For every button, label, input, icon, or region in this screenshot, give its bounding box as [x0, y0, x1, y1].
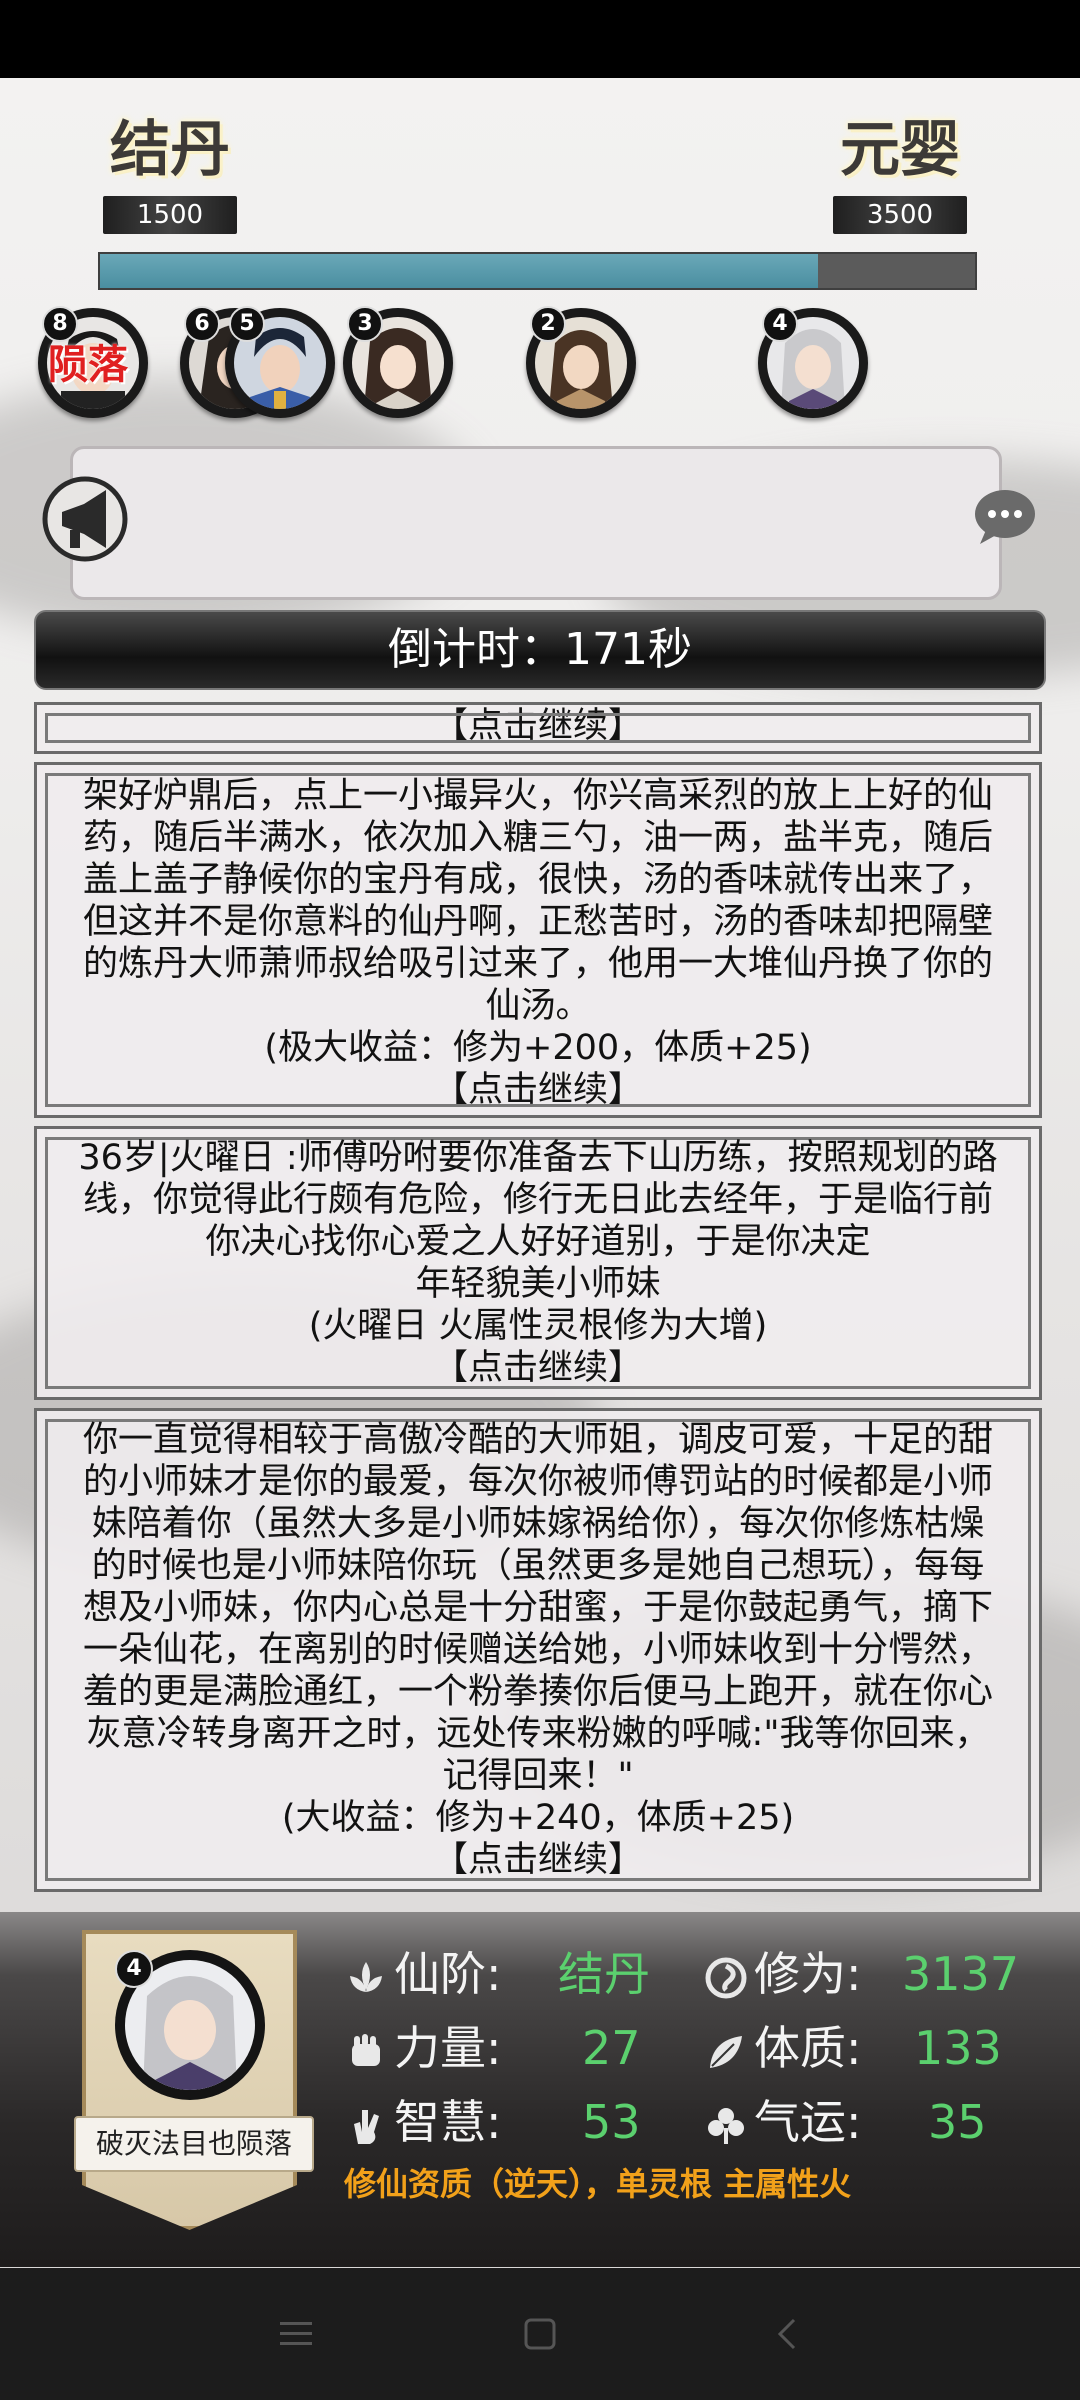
horn-icon[interactable] — [40, 474, 130, 564]
event-card[interactable]: 【点击继续】 — [34, 702, 1042, 754]
event-text: 36岁|火曜日 :师傅吩咐要你准备去下山历练，按照规划的路线，你觉得此行颇有危险… — [78, 1138, 998, 1262]
character-portrait[interactable]: 4 — [115, 1950, 265, 2100]
character-title: 破灭法目也陨落 — [74, 2116, 314, 2172]
stat-constitution-value: 133 — [914, 2021, 1002, 2075]
stat-luck-value: 35 — [928, 2095, 987, 2149]
stat-strength-value: 27 — [582, 2021, 641, 2075]
home-icon[interactable] — [514, 2308, 566, 2360]
hand-icon — [354, 2109, 379, 2144]
continue-link[interactable]: 【点击继续】 — [37, 1069, 1039, 1111]
current-realm-value: 1500 — [103, 196, 237, 234]
avatar-player-3[interactable]: 3 — [343, 306, 453, 418]
event-text: 架好炉鼎后，点上一小撮异火，你兴高采烈的放上上好的仙药，随后半满水，依次加入糖三… — [82, 776, 993, 1026]
continue-link[interactable]: 【点击继续】 — [37, 1839, 1039, 1881]
system-navigation-bar — [0, 2268, 1080, 2400]
aptitude-text: 修仙资质（逆天），单灵根 主属性火 — [344, 2165, 852, 2203]
leaf-icon — [710, 2035, 742, 2068]
event-card[interactable]: 你一直觉得相较于高傲冷酷的大师姐，调皮可爱，十足的甜的小师妹才是你的最爱，每次你… — [34, 1408, 1042, 1892]
stat-realm: 仙阶: — [344, 1944, 502, 2004]
avatar-rank-badge: 5 — [229, 306, 265, 342]
status-bar — [0, 0, 1080, 78]
cultivation-progress-fill — [100, 254, 818, 288]
avatar-player-4[interactable]: 4 — [758, 306, 868, 418]
event-card[interactable]: 架好炉鼎后，点上一小撮异火，你兴高采烈的放上上好的仙药，随后半满水，依次加入糖三… — [34, 762, 1042, 1118]
fallen-label: 陨落 — [48, 342, 128, 388]
swirl-icon — [705, 1957, 747, 1998]
avatar-player-2[interactable]: 2 — [526, 306, 636, 418]
event-reward: (大收益：修为+240，体质+25) — [281, 1798, 795, 1838]
avatar-rank-badge: 3 — [347, 306, 383, 342]
stat-wisdom-value: 53 — [582, 2095, 641, 2149]
avatar-player-8[interactable]: 8 陨落 — [38, 306, 148, 418]
chat-message-box[interactable] — [70, 446, 1002, 600]
avatar-player-5[interactable]: 5 — [225, 306, 335, 418]
fist-icon — [352, 2033, 380, 2066]
avatar-rank-badge: 6 — [184, 306, 220, 342]
stat-wisdom: 智慧: — [344, 2092, 502, 2152]
stat-constitution: 体质: — [704, 2018, 862, 2078]
chat-bubble-icon[interactable] — [972, 486, 1038, 546]
countdown-timer: 倒计时：171秒 — [34, 610, 1046, 690]
next-realm-name: 元婴 — [840, 115, 960, 185]
continue-link[interactable]: 【点击继续】 — [37, 1347, 1039, 1389]
continue-link[interactable]: 【点击继续】 — [37, 705, 1039, 747]
stat-strength: 力量: — [344, 2018, 502, 2078]
cultivation-progress-bar — [98, 252, 977, 290]
back-icon[interactable] — [762, 2308, 814, 2360]
avatar-rank-badge: 2 — [530, 306, 566, 342]
current-realm-name: 结丹 — [110, 115, 230, 185]
clover-icon — [708, 2107, 744, 2144]
event-choice: 年轻貌美小师妹 — [415, 1264, 661, 1304]
event-reward: (极大收益：修为+200，体质+25) — [264, 1028, 812, 1068]
event-card[interactable]: 36岁|火曜日 :师傅吩咐要你准备去下山历练，按照规划的路线，你觉得此行颇有危险… — [34, 1126, 1042, 1400]
stat-cultivation: 修为: — [704, 1944, 862, 2004]
event-text: 你一直觉得相较于高傲冷酷的大师姐，调皮可爱，十足的甜的小师妹才是你的最爱，每次你… — [82, 1420, 993, 1796]
current-realm: 结丹 1500 — [90, 110, 250, 234]
stat-cultivation-value: 3137 — [902, 1947, 1020, 2001]
lotus-icon — [350, 1961, 382, 1992]
menu-icon[interactable] — [270, 2308, 322, 2360]
next-realm-value: 3500 — [833, 196, 967, 234]
character-rank-badge: 4 — [115, 1950, 153, 1988]
next-realm: 元婴 3500 — [820, 110, 980, 234]
avatar-rank-badge: 4 — [762, 306, 798, 342]
stat-realm-value: 结丹 — [558, 1947, 650, 2001]
event-choice-bonus: (火曜日 火属性灵根修为大增) — [308, 1306, 768, 1346]
stat-luck: 气运: — [704, 2092, 862, 2152]
